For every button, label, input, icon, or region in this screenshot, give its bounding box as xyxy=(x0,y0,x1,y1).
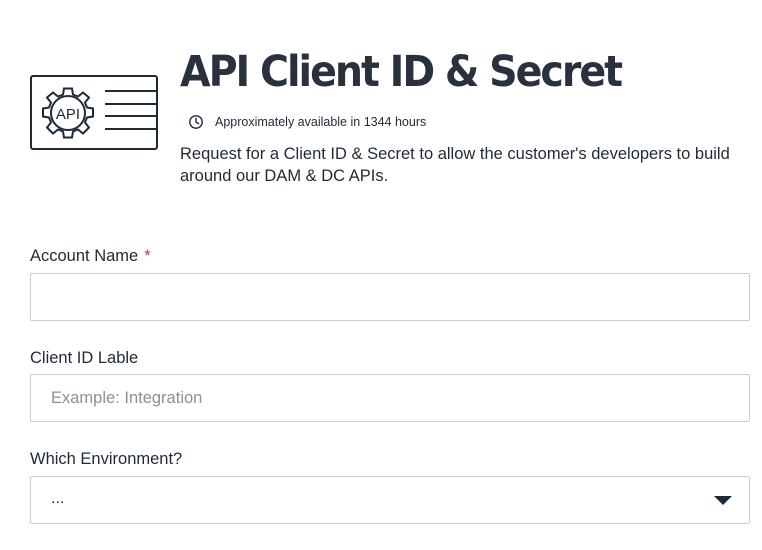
environment-select[interactable]: ... xyxy=(30,476,750,524)
client-id-label: Client ID Lable xyxy=(30,349,139,367)
api-icon-text: API xyxy=(56,106,80,123)
account-name-input[interactable] xyxy=(30,273,750,321)
page-description: Request for a Client ID & Secret to allo… xyxy=(180,145,730,185)
environment-selected-value: ... xyxy=(51,490,65,507)
chevron-down-icon xyxy=(714,496,732,505)
account-name-label: Account Name * xyxy=(30,247,151,266)
api-settings-icon: API xyxy=(30,75,158,150)
availability-text: Approximately available in 1344 hours xyxy=(215,115,427,129)
clock-icon xyxy=(189,115,203,129)
availability-info: Approximately available in 1344 hours xyxy=(188,114,426,130)
page-title: API Client ID & Secret xyxy=(180,47,623,97)
page-header: API API Client ID & Secret Approximately… xyxy=(30,44,740,194)
required-marker: * xyxy=(144,247,151,265)
client-id-label-input[interactable] xyxy=(30,374,750,422)
environment-label: Which Environment? xyxy=(30,450,183,468)
account-name-label-text: Account Name xyxy=(30,247,139,265)
